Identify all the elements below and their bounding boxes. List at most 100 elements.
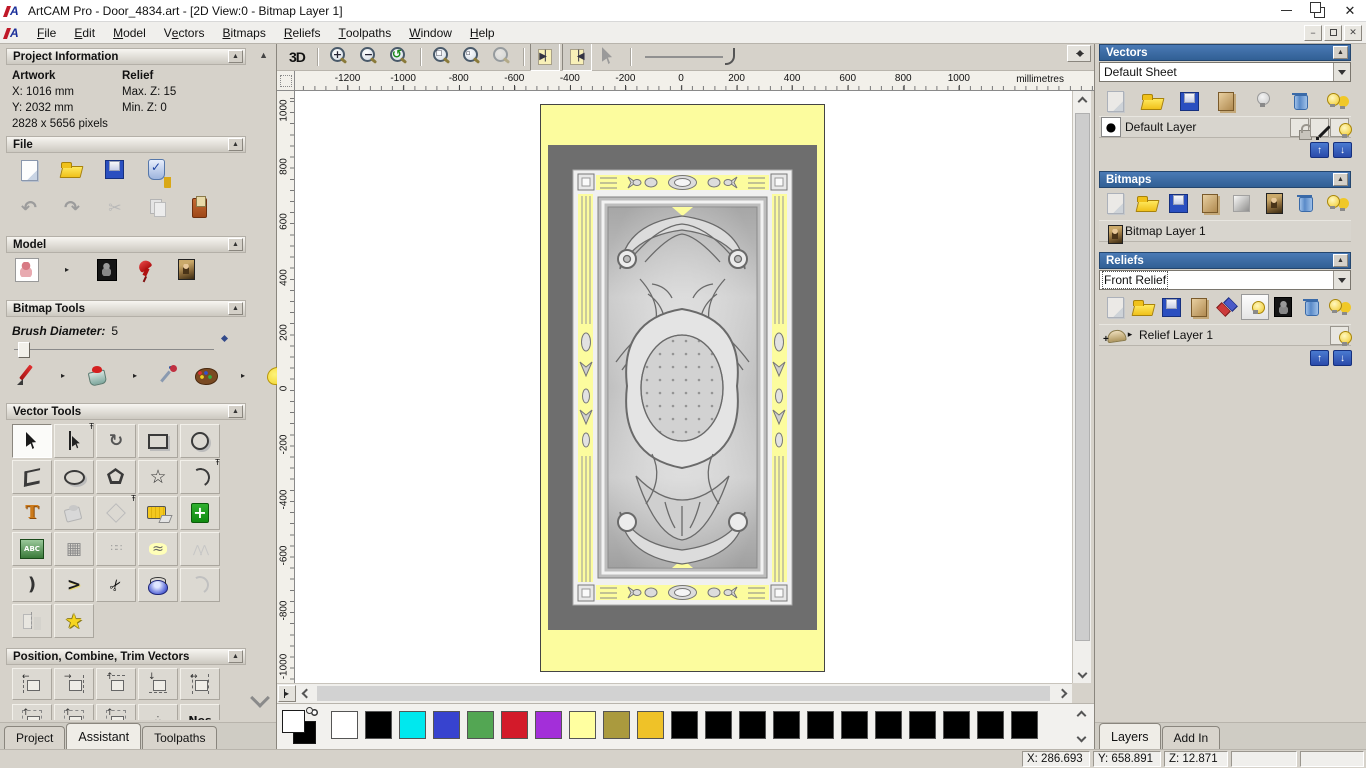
bulbs-icon[interactable] <box>1325 294 1353 320</box>
tool-nest[interactable]: Nes <box>180 704 220 720</box>
monalisa-icon[interactable] <box>1260 190 1288 216</box>
zoom-box-icon[interactable]: □ <box>427 43 457 71</box>
cut-icon[interactable]: ✂ <box>100 194 130 222</box>
layer-color-chip[interactable]: ● <box>1101 117 1121 137</box>
menu-window[interactable]: Window <box>400 22 461 43</box>
vector-layer-row[interactable]: ● Default Layer <box>1099 116 1352 140</box>
bulbs-icon[interactable] <box>1323 190 1351 216</box>
save-file-icon[interactable] <box>1157 294 1185 320</box>
tool-mountains[interactable]: ⋀⋀ <box>180 532 220 566</box>
tool-align-right[interactable]: → <box>54 668 94 700</box>
collapse-vectors-button[interactable]: ▲ <box>1333 46 1348 59</box>
tool-mirror[interactable] <box>12 604 52 638</box>
canvas-2d-view[interactable] <box>295 91 1072 683</box>
layers-tab-layers[interactable]: Layers <box>1099 723 1161 749</box>
layer-move-down-button[interactable]: ↓ <box>1333 142 1352 158</box>
palette-swatch-18[interactable] <box>943 711 970 739</box>
zoom-out-icon[interactable]: − <box>354 43 384 71</box>
tool-align-c2[interactable]: ↑ <box>54 704 94 720</box>
open-file-icon[interactable] <box>1133 190 1161 216</box>
monalisa-icon[interactable] <box>172 256 202 284</box>
tool-circle[interactable] <box>180 424 220 458</box>
primary-secondary-color-indicator[interactable] <box>280 707 330 746</box>
mdi-minimize-button[interactable]: − <box>1304 24 1322 41</box>
scroll-right-button[interactable] <box>1053 684 1072 703</box>
collapse-project-info-button[interactable]: ▲ <box>228 50 243 63</box>
bitmaps-section-header[interactable]: Bitmaps ▲ <box>1099 171 1351 188</box>
trash-icon[interactable] <box>1291 190 1319 216</box>
palette-scroll-up-button[interactable] <box>1072 706 1091 724</box>
scroll-left-button[interactable] <box>297 684 316 703</box>
undo-icon[interactable]: ↶ <box>14 194 44 222</box>
assistant-tab-project[interactable]: Project <box>4 726 66 749</box>
caret-icon[interactable]: ▸ <box>228 362 258 390</box>
bulb-icon[interactable] <box>1330 325 1352 346</box>
collapse-reliefs-button[interactable]: ▲ <box>1333 254 1348 267</box>
tool-align-hcenter[interactable]: ↔ <box>180 668 220 700</box>
lock-icon[interactable] <box>1290 117 1312 140</box>
palette-swatch-0[interactable] <box>331 711 358 739</box>
collapse-bitmaps-button[interactable]: ▲ <box>1333 173 1348 186</box>
scroll-down-button[interactable] <box>1073 663 1092 683</box>
ruler-corner-icon[interactable] <box>277 71 295 91</box>
tool-select[interactable] <box>12 424 52 458</box>
tool-green-cross[interactable]: + <box>180 496 220 530</box>
bulb-icon[interactable] <box>1330 117 1352 138</box>
horizontal-scrollbar[interactable]: ▸ <box>277 683 1072 703</box>
menu-reliefs[interactable]: Reliefs <box>275 22 330 43</box>
zoom-page-icon[interactable]: ▫ <box>457 43 487 71</box>
model-check-icon[interactable] <box>143 156 173 184</box>
dropdown-arrow-icon[interactable] <box>1333 271 1350 289</box>
relief-stack-icon[interactable] <box>1213 294 1241 320</box>
collapse-model-button[interactable]: ▲ <box>228 238 243 251</box>
zoom-in-icon[interactable]: + <box>324 43 354 71</box>
tool-trim[interactable]: ✂ <box>96 568 136 602</box>
brush-diameter-slider[interactable] <box>14 334 229 358</box>
ruler-unit-button[interactable] <box>1067 45 1091 62</box>
project-information-header[interactable]: Project Information ▲ <box>6 48 246 65</box>
tool-polygon[interactable] <box>96 460 136 494</box>
restore-button[interactable] <box>1302 0 1334 21</box>
menu-toolpaths[interactable]: Toolpaths <box>330 22 401 43</box>
collapse-bitmap-tools-button[interactable]: ▲ <box>228 302 243 315</box>
caret-icon[interactable]: ▸ <box>52 256 82 284</box>
palette-swatch-12[interactable] <box>739 711 766 739</box>
palette-swatch-1[interactable] <box>365 711 392 739</box>
palette-scroll-down-button[interactable] <box>1072 728 1091 746</box>
tool-arc[interactable] <box>180 458 220 494</box>
collapse-position-button[interactable]: ▲ <box>228 650 243 663</box>
tool-node-poly[interactable]: ≈ <box>138 532 178 566</box>
tool-dots-small[interactable]: ∴ <box>138 704 178 720</box>
palette-swatch-16[interactable] <box>875 711 902 739</box>
assistant-tab-assistant[interactable]: Assistant <box>66 723 142 749</box>
scroll-up-button[interactable] <box>1073 91 1092 111</box>
lamp-icon[interactable] <box>132 256 162 284</box>
tool-ellipse[interactable] <box>54 460 94 494</box>
vertical-scroll-thumb[interactable] <box>1075 113 1090 641</box>
tool-align-c1[interactable]: ↑ <box>12 704 52 720</box>
tool-vector-paste[interactable] <box>54 496 94 530</box>
tool-align-bottom[interactable]: ↓ <box>138 668 178 700</box>
menu-bitmaps[interactable]: Bitmaps <box>213 22 274 43</box>
palette-swatch-6[interactable] <box>535 711 562 739</box>
bitmap-tools-header[interactable]: Bitmap Tools ▲ <box>6 300 246 317</box>
save-file-icon[interactable] <box>100 156 130 184</box>
save-file-icon[interactable] <box>1175 88 1203 114</box>
merge-icon[interactable] <box>1212 88 1240 114</box>
new-gray-icon[interactable] <box>1101 190 1129 216</box>
relief-dropdown[interactable]: Front Relief <box>1099 270 1351 290</box>
tool-distort[interactable]: ▦ <box>54 532 94 566</box>
primary-color-swatch[interactable] <box>282 710 305 733</box>
horizontal-scroll-thumb[interactable] <box>317 686 1050 701</box>
tool-fillet[interactable] <box>180 568 220 602</box>
relief-layer-row[interactable]: ▸ Relief Layer 1 <box>1099 324 1352 346</box>
new-file-icon[interactable] <box>14 156 44 184</box>
position-combine-header[interactable]: Position, Combine, Trim Vectors ▲ <box>6 648 246 665</box>
vector-tools-header[interactable]: Vector Tools ▲ <box>6 403 246 420</box>
palette-swatch-8[interactable] <box>603 711 630 739</box>
slider-thumb[interactable] <box>18 342 30 358</box>
zoom-reset-icon[interactable]: ↺ <box>384 43 414 71</box>
tool-align-left[interactable]: ← <box>12 668 52 700</box>
bear-sketch-icon[interactable] <box>12 256 42 284</box>
panel-scroll-up-button[interactable]: ▲ <box>259 50 268 60</box>
